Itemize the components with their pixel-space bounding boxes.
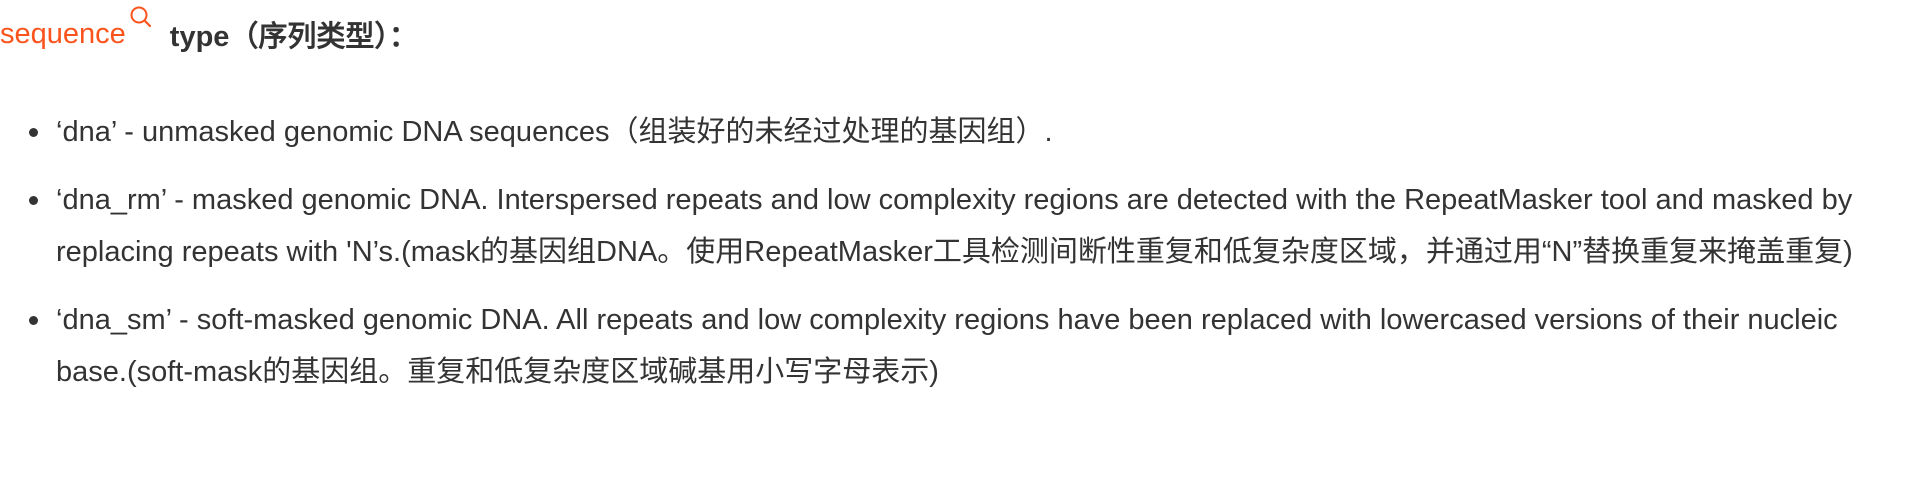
bullet-icon	[29, 196, 38, 205]
list-item-text: ‘dna’ - unmasked genomic DNA sequences（组…	[56, 116, 1053, 148]
sequence-search-link[interactable]: sequence	[0, 6, 154, 51]
sequence-type-list: ‘dna’ - unmasked genomic DNA sequences（组…	[0, 106, 1924, 414]
list-item-dna-rm: ‘dna_rm’ - masked genomic DNA. Intersper…	[0, 174, 1924, 278]
list-item-dna: ‘dna’ - unmasked genomic DNA sequences（组…	[0, 106, 1924, 158]
heading-text: type（序列类型）：	[169, 21, 418, 53]
bullet-icon	[29, 128, 38, 137]
sequence-link-text[interactable]: sequence	[0, 18, 126, 51]
bullet-icon	[29, 316, 38, 325]
search-icon[interactable]	[128, 4, 154, 30]
section-heading: sequence type（序列类型）：	[0, 6, 418, 58]
list-item-dna-sm: ‘dna_sm’ - soft-masked genomic DNA. All …	[0, 294, 1924, 398]
list-item-text: ‘dna_rm’ - masked genomic DNA. Intersper…	[56, 184, 1853, 268]
list-item-text: ‘dna_sm’ - soft-masked genomic DNA. All …	[56, 304, 1838, 388]
